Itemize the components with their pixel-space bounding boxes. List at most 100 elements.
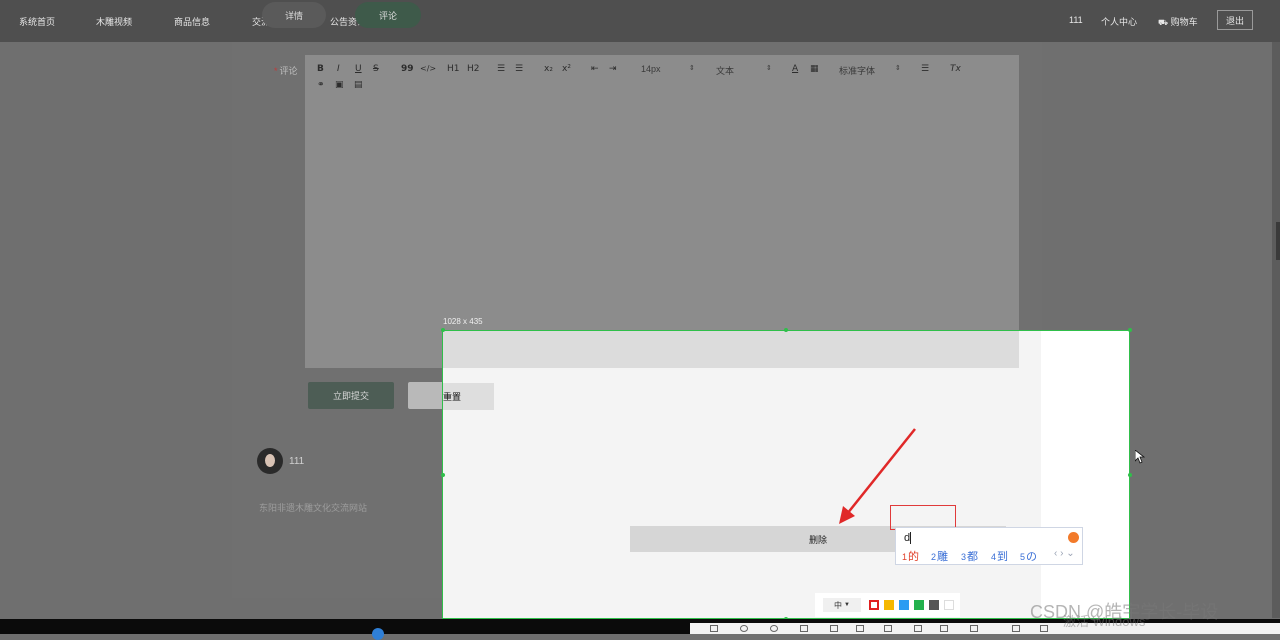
- tab-details[interactable]: 详情: [262, 2, 326, 28]
- nav-cart-link[interactable]: ⛟ 购物车: [1158, 15, 1198, 28]
- taskbar-app-icon[interactable]: [372, 628, 384, 640]
- color-swatch-gray[interactable]: [929, 600, 939, 610]
- annotation-arrow-icon[interactable]: [835, 426, 919, 526]
- ime-candidate[interactable]: 4到: [991, 548, 1008, 564]
- italic-button[interactable]: I: [337, 64, 340, 74]
- capture-region[interactable]: 重置: [442, 330, 1130, 619]
- comment-label-text: 评论: [279, 66, 298, 76]
- color-swatch-white[interactable]: [944, 600, 954, 610]
- indent-icon[interactable]: ⇥: [609, 64, 617, 74]
- align-icon[interactable]: ☰: [921, 64, 929, 74]
- marker-tool-icon[interactable]: [770, 625, 778, 632]
- pin-tool-icon[interactable]: [914, 625, 922, 632]
- color-swatch-yellow[interactable]: [884, 600, 894, 610]
- undo-tool-icon[interactable]: [940, 625, 948, 632]
- format-select[interactable]: 文本 ⇕: [716, 64, 774, 77]
- font-family-select[interactable]: 标准字体 ⇕: [839, 64, 903, 77]
- chevron-updown-icon: ⇕: [689, 65, 695, 72]
- capture-size-label: 1028 x 435: [443, 317, 483, 326]
- language-select[interactable]: 中 ▼: [823, 598, 861, 612]
- h2-button[interactable]: H2: [467, 64, 480, 74]
- scrollbar-track[interactable]: [1272, 42, 1280, 618]
- font-family-value: 标准字体: [839, 66, 876, 76]
- arrow-tool-icon[interactable]: [800, 625, 808, 632]
- footer-text: 东阳非遗木雕文化交流网站: [259, 503, 368, 513]
- nav-item-home[interactable]: 系统首页: [19, 15, 55, 28]
- ime-candidate[interactable]: 3都: [961, 548, 978, 564]
- text-tool-icon[interactable]: [884, 625, 892, 632]
- nav-username: 111: [1069, 15, 1083, 25]
- ime-candidate[interactable]: 2雕: [931, 548, 948, 564]
- bullet-list-icon[interactable]: ☰: [515, 64, 523, 74]
- background-color-icon[interactable]: ▦: [810, 64, 819, 74]
- resize-handle[interactable]: [441, 328, 445, 332]
- capture-reset-fragment: 重置: [443, 383, 494, 410]
- submit-button[interactable]: 立即提交: [308, 382, 394, 409]
- scrollbar-thumb[interactable]: [1276, 222, 1280, 260]
- windows-activation-watermark: 激活 Windows: [1063, 614, 1146, 629]
- ellipse-tool-icon[interactable]: [740, 625, 748, 632]
- nav-item-videos[interactable]: 木雕视频: [96, 15, 132, 28]
- nav-cart-label: 购物车: [1170, 17, 1198, 27]
- quote-button[interactable]: 99: [401, 64, 414, 74]
- video-icon[interactable]: ▤: [354, 80, 363, 90]
- outdent-icon[interactable]: ⇤: [591, 64, 599, 74]
- ime-candidate-popup[interactable]: d 1的 2雕 3都 4到 5の ‹ › ⌄: [895, 527, 1083, 565]
- tab-comments-label: 评论: [378, 10, 397, 21]
- color-swatch-blue[interactable]: [899, 600, 909, 610]
- code-button[interactable]: </>: [420, 64, 436, 74]
- strike-button[interactable]: S: [373, 64, 379, 74]
- chevron-updown-icon: ⇕: [766, 65, 772, 72]
- language-value: 中: [834, 600, 843, 610]
- h1-button[interactable]: H1: [447, 64, 460, 74]
- redo-tool-icon[interactable]: [970, 625, 978, 632]
- tab-comments[interactable]: 评论: [355, 2, 421, 28]
- capture-editor-fragment: [443, 331, 1019, 368]
- font-color-button[interactable]: A: [792, 64, 798, 74]
- comment-username: 111: [289, 456, 305, 467]
- ime-page-nav-icon[interactable]: ‹ › ⌄: [1054, 548, 1075, 559]
- top-nav: 系统首页 木雕视频 商品信息 交流论坛 公告资讯 详情 评论 111 个人中心 …: [0, 0, 1280, 42]
- cart-icon: ⛟: [1158, 18, 1169, 27]
- ime-candidate[interactable]: 1的: [902, 548, 919, 564]
- format-value: 文本: [716, 66, 735, 76]
- logout-button[interactable]: 退出: [1217, 10, 1253, 30]
- close-tool-icon[interactable]: [1040, 625, 1048, 632]
- rectangle-tool-icon[interactable]: [710, 625, 718, 632]
- font-size-value: 14px: [641, 64, 661, 74]
- chevron-updown-icon: ⇕: [895, 65, 901, 72]
- color-swatch-green[interactable]: [914, 600, 924, 610]
- underline-button[interactable]: U: [355, 64, 362, 74]
- annotation-color-toolbar: 中 ▼: [815, 593, 960, 617]
- resize-handle[interactable]: [1128, 473, 1132, 477]
- capture-page-area: 重置: [443, 331, 1041, 618]
- clear-format-button[interactable]: Tx: [950, 64, 961, 74]
- capture-tool-strip: [690, 623, 1280, 634]
- pen-tool-icon[interactable]: [830, 625, 838, 632]
- image-icon[interactable]: ▣: [335, 80, 344, 90]
- ordered-list-icon[interactable]: ☰: [497, 64, 505, 74]
- font-size-select[interactable]: 14px ⇕: [641, 64, 697, 74]
- mosaic-tool-icon[interactable]: [856, 625, 864, 632]
- tab-details-label: 详情: [284, 10, 303, 21]
- chevron-down-icon: ▼: [844, 602, 850, 608]
- rich-text-editor[interactable]: B I U S 99 </> H1 H2 ☰ ☰ x₂ x² ⇤ ⇥ 14px …: [305, 55, 1019, 368]
- required-mark: *: [274, 66, 278, 76]
- link-icon[interactable]: ⚭: [317, 80, 325, 90]
- color-swatch-red[interactable]: [869, 600, 879, 610]
- resize-handle[interactable]: [784, 328, 788, 332]
- mouse-cursor-icon: [1135, 450, 1145, 464]
- ime-logo-icon: [1068, 532, 1079, 543]
- subscript-button[interactable]: x₂: [544, 64, 553, 74]
- ime-candidate[interactable]: 5の: [1020, 548, 1037, 564]
- resize-handle[interactable]: [1128, 328, 1132, 332]
- resize-handle[interactable]: [441, 473, 445, 477]
- nav-profile-link[interactable]: 个人中心: [1101, 15, 1137, 28]
- nav-item-products[interactable]: 商品信息: [174, 15, 210, 28]
- superscript-button[interactable]: x²: [562, 64, 571, 74]
- ime-caret: [910, 532, 911, 544]
- save-tool-icon[interactable]: [1012, 625, 1020, 632]
- avatar: [257, 448, 283, 474]
- comment-field-label: * 评论: [274, 64, 298, 77]
- bold-button[interactable]: B: [317, 64, 324, 74]
